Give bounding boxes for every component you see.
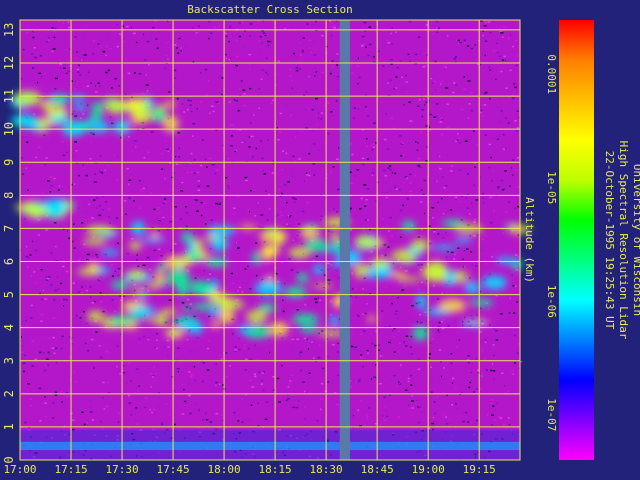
figure: Backscatter Cross Section 01234567891011… (2, 3, 640, 476)
y-axis-label: Altitude (km) (523, 197, 536, 283)
y-tick-label: 6 (2, 258, 16, 265)
y-tick-label: 5 (2, 291, 16, 298)
y-tick-label: 2 (2, 390, 16, 397)
x-axis-ticks: 17:00 17:15 17:30 17:45 18:00 18:15 18:30 18:45… (3, 463, 495, 476)
x-tick-label: 18:45 (361, 463, 394, 476)
annotation-line2: High Spectral Resolution Lidar (617, 141, 630, 340)
y-tick-label: 4 (2, 324, 16, 331)
y-tick-label: 11 (2, 89, 16, 103)
y-tick-label: 8 (2, 192, 16, 199)
y-tick-label: 9 (2, 159, 16, 166)
x-tick-label: 19:00 (412, 463, 445, 476)
x-tick-label: 17:30 (105, 463, 138, 476)
colorbar-gradient (559, 20, 594, 460)
colorbar-tick-label: 0.0001 (545, 54, 558, 94)
y-tick-label: 13 (2, 23, 16, 37)
y-tick-label: 1 (2, 423, 16, 430)
y-tick-label: 12 (2, 56, 16, 70)
x-tick-label: 17:45 (156, 463, 189, 476)
plot-area (11, 19, 531, 461)
x-tick-label: 18:00 (208, 463, 241, 476)
colorbar-tick-label: 1e-06 (545, 285, 558, 318)
colorbar-tick-label: 1e-07 (545, 398, 558, 431)
x-tick-label: 17:00 (3, 463, 36, 476)
y-tick-label: 3 (2, 357, 16, 364)
y-tick-label: 10 (2, 122, 16, 136)
x-tick-label: 19:15 (463, 463, 496, 476)
chart-title: Backscatter Cross Section (187, 3, 353, 16)
x-tick-label: 18:30 (310, 463, 343, 476)
y-axis-ticks: 012345678910111213 (2, 23, 16, 464)
annotation-line3: 22-October-1995 19:25:43 UT (603, 151, 616, 330)
annotation: University of Wisconsin High Spectral Re… (603, 141, 640, 340)
x-tick-label: 18:15 (259, 463, 292, 476)
y-tick-label: 7 (2, 225, 16, 232)
colorbar-tick-label: 1e-05 (545, 171, 558, 204)
colorbar-ticks: 0.0001 1e-05 1e-06 1e-07 (545, 54, 558, 431)
colorbar: 0.0001 1e-05 1e-06 1e-07 (545, 20, 594, 460)
annotation-line1: University of Wisconsin (631, 164, 640, 316)
x-tick-label: 17:15 (54, 463, 87, 476)
